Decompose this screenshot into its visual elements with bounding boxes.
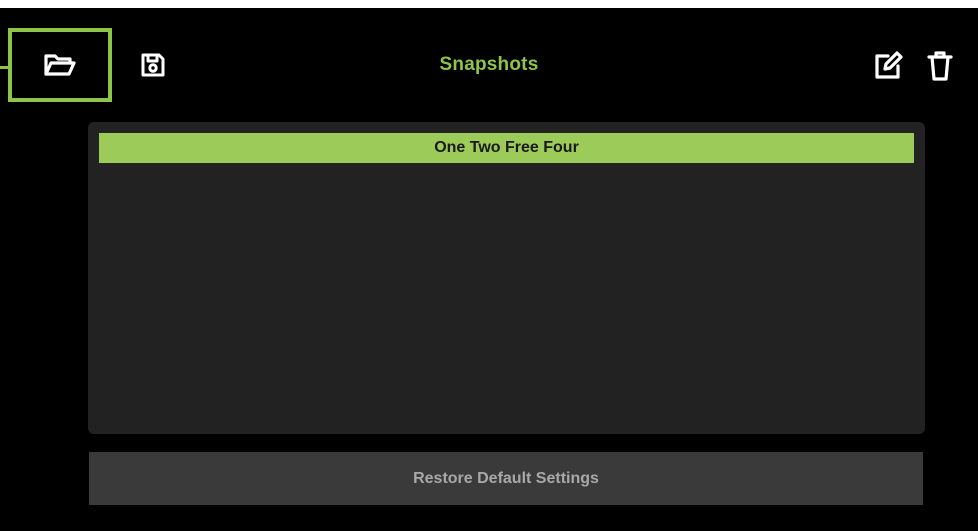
snapshot-list: One Two Free Four (88, 122, 925, 434)
restore-defaults-button[interactable]: Restore Default Settings (89, 452, 923, 505)
page-title: Snapshots (439, 54, 539, 75)
edit-pencil-icon (871, 49, 905, 83)
snapshot-list-item[interactable]: One Two Free Four (99, 133, 914, 163)
rename-snapshot-button[interactable] (868, 46, 908, 86)
trash-icon (925, 49, 955, 83)
app-frame: Snapshots One Two Free Four Restore Defa… (0, 0, 978, 531)
snapshots-screen: Snapshots One Two Free Four Restore Defa… (0, 8, 978, 531)
delete-snapshot-button[interactable] (920, 46, 960, 86)
